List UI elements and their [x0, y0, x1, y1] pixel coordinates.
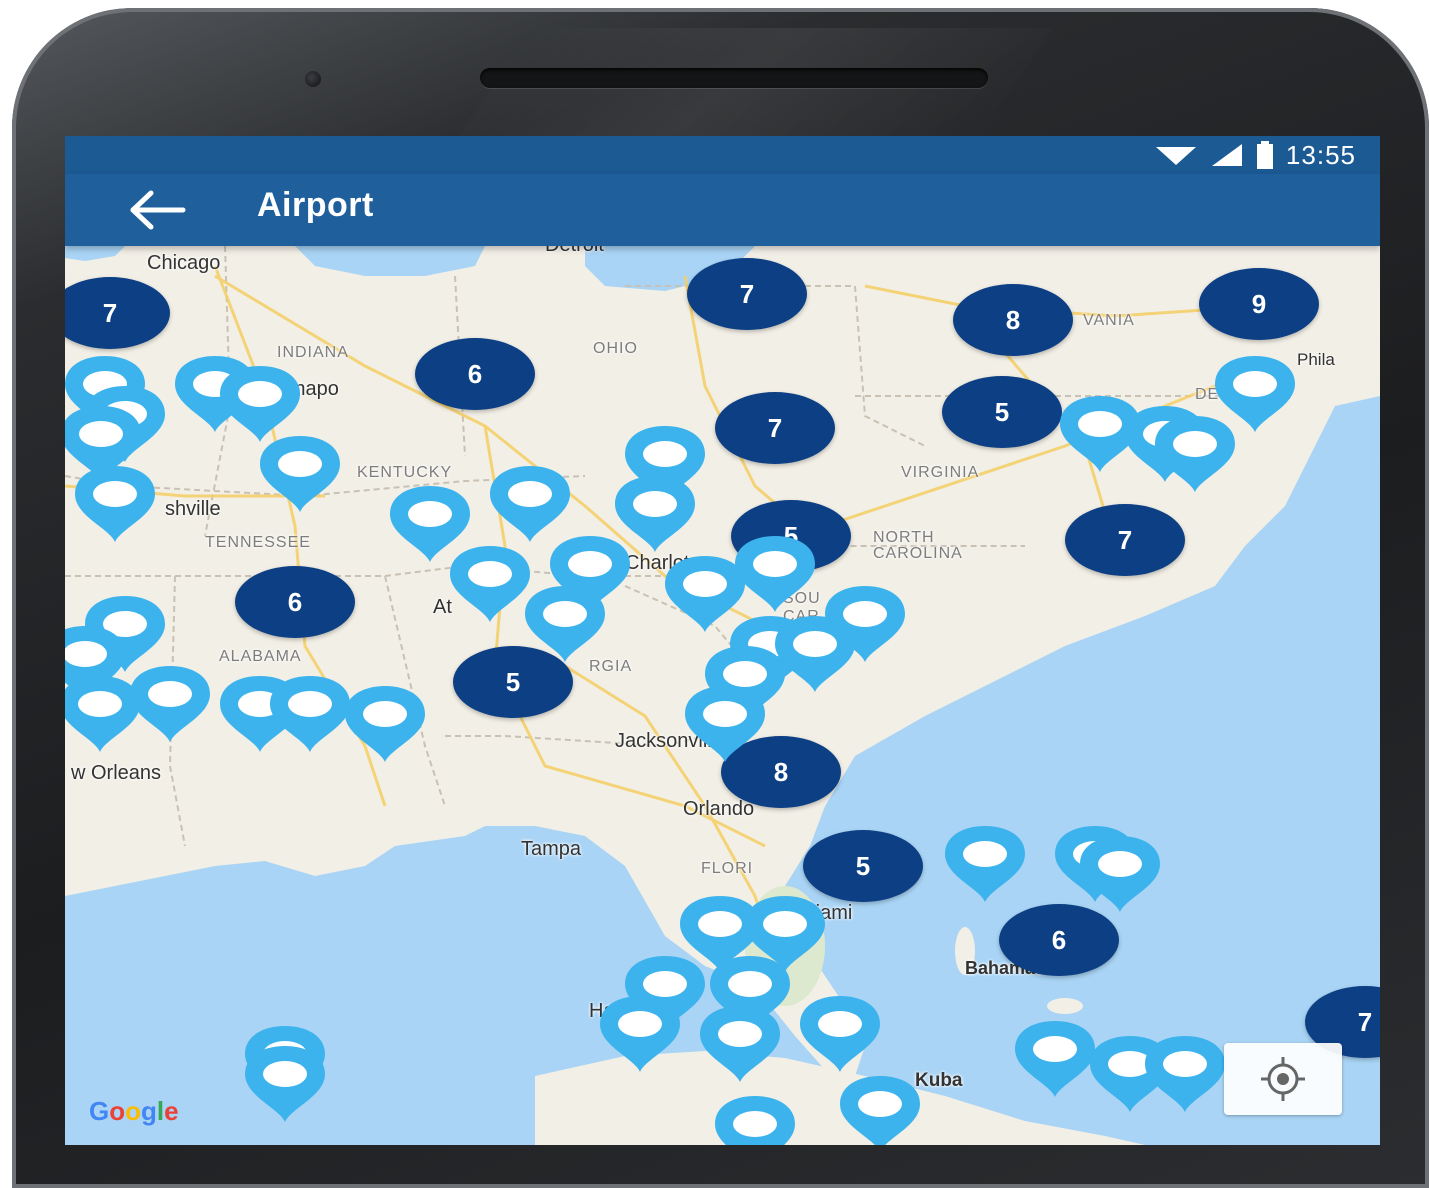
- map-pin-icon[interactable]: [694, 1004, 786, 1084]
- map-pin-icon[interactable]: [124, 664, 216, 744]
- glass-reflection: [449, 28, 1055, 148]
- map-view[interactable]: Chicago Detroit Indianapo shville Charlo…: [65, 234, 1380, 1145]
- google-logo: Google: [89, 1096, 179, 1126]
- label-chicago: Chicago: [147, 252, 221, 274]
- cluster-marker[interactable]: 5: [942, 376, 1062, 448]
- state-label-tennessee: TENNESSEE: [205, 534, 311, 551]
- my-location-icon: [1261, 1057, 1305, 1101]
- cluster-marker[interactable]: 6: [999, 904, 1119, 976]
- label-new-orleans: w Orleans: [71, 762, 162, 784]
- signal-icon: [1211, 144, 1242, 166]
- arrow-left-icon[interactable]: [125, 188, 187, 232]
- label-tampa: Tampa: [521, 838, 582, 860]
- state-label-kentucky: KENTUCKY: [357, 464, 453, 481]
- map-pin-icon[interactable]: [1074, 834, 1166, 914]
- state-label-virginia: VIRGINIA: [901, 464, 980, 481]
- map-pin-icon[interactable]: [1139, 1034, 1231, 1114]
- map-pin-icon[interactable]: [239, 1044, 331, 1124]
- status-time: 13:55: [1285, 139, 1356, 170]
- map-pin-icon[interactable]: [794, 994, 886, 1074]
- map-pin-icon[interactable]: [834, 1074, 926, 1145]
- cluster-marker[interactable]: 6: [235, 566, 355, 638]
- map-pin-icon[interactable]: [69, 464, 161, 544]
- battery-icon: [1256, 141, 1273, 169]
- map-pin-icon[interactable]: [939, 824, 1031, 904]
- earpiece-speaker: [480, 68, 988, 88]
- phone-screen: 13:55 Airport Chicago shville Charlot At…: [65, 136, 1380, 1145]
- map-pin-icon[interactable]: [519, 584, 611, 664]
- status-icons: 13:55: [1154, 140, 1356, 170]
- map-pin-icon[interactable]: [594, 994, 686, 1074]
- cluster-marker[interactable]: 8: [953, 284, 1073, 356]
- cluster-marker[interactable]: 7: [715, 392, 835, 464]
- state-label-pennsylvania: VANIA: [1083, 312, 1135, 329]
- cluster-marker[interactable]: 6: [415, 338, 535, 410]
- label-orlando: Orlando: [683, 798, 755, 820]
- state-label-ohio: OHIO: [593, 340, 638, 357]
- page-title: Airport: [257, 186, 374, 224]
- state-label-alabama: ALABAMA: [219, 648, 302, 665]
- map-pin-icon[interactable]: [214, 364, 306, 444]
- label-philadelphia: Phila: [1297, 350, 1335, 369]
- map-pin-icon[interactable]: [484, 464, 576, 544]
- cluster-marker[interactable]: 5: [803, 830, 923, 902]
- map-pin-icon[interactable]: [679, 684, 771, 764]
- map-pin-icon[interactable]: [1209, 354, 1301, 434]
- map-pin-icon[interactable]: [709, 1094, 801, 1145]
- map-pin-icon[interactable]: [729, 534, 821, 614]
- cluster-marker[interactable]: 7: [1065, 504, 1185, 576]
- state-label-north-carolina: NORTH CAROLINA: [873, 529, 963, 562]
- app-bar: Airport: [65, 174, 1380, 246]
- my-location-button[interactable]: [1224, 1043, 1342, 1115]
- cluster-marker[interactable]: 9: [1199, 268, 1319, 340]
- cluster-marker[interactable]: 7: [687, 258, 807, 330]
- state-label-indiana: INDIANA: [277, 344, 349, 361]
- front-camera: [305, 71, 321, 87]
- wifi-icon: [1155, 147, 1196, 165]
- map-pin-icon[interactable]: [339, 684, 431, 764]
- label-nashville: shville: [165, 498, 221, 520]
- state-label-florida: FLORI: [701, 860, 754, 877]
- status-bar: 13:55: [65, 136, 1380, 174]
- map-pin-icon[interactable]: [254, 434, 346, 514]
